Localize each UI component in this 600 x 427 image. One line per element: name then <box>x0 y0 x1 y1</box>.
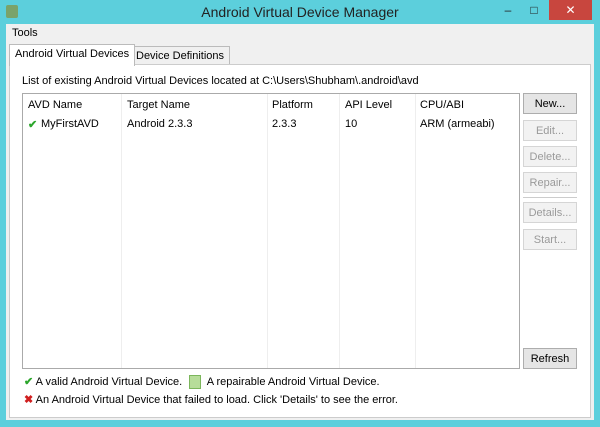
repair-button[interactable]: Repair... <box>523 172 577 193</box>
legend-failed-text: An Android Virtual Device that failed to… <box>35 394 398 406</box>
failed-x-icon: ✖ <box>24 394 34 406</box>
new-button[interactable]: New... <box>523 93 577 114</box>
edit-button[interactable]: Edit... <box>523 120 577 141</box>
cpu-abi: ARM (armeabi) <box>420 118 495 130</box>
legend-failed: ✖ An Android Virtual Device that failed … <box>24 393 398 406</box>
legend-valid-text: A valid Android Virtual Device. <box>35 376 183 388</box>
target-name: Android 2.3.3 <box>127 118 193 130</box>
valid-check-icon: ✔ <box>28 119 38 131</box>
delete-button[interactable]: Delete... <box>523 146 577 167</box>
list-label: List of existing Android Virtual Devices… <box>22 75 419 87</box>
maximize-button[interactable]: □ <box>521 0 547 20</box>
header-avd-name[interactable]: AVD Name <box>28 99 82 111</box>
button-separator <box>523 197 577 198</box>
close-button[interactable]: ✕ <box>549 0 592 20</box>
avd-manager-window: Android Virtual Device Manager – □ ✕ Too… <box>0 0 600 427</box>
valid-check-icon: ✔ <box>24 376 34 388</box>
window-body: Tools Android Virtual Devices Device Def… <box>6 24 594 420</box>
platform: 2.3.3 <box>272 118 297 130</box>
legend-valid-repairable: ✔ A valid Android Virtual Device. A repa… <box>24 375 380 390</box>
legend-repairable-text: A repairable Android Virtual Device. <box>206 376 380 388</box>
tab-device-definitions[interactable]: Device Definitions <box>130 46 231 66</box>
avd-panel: List of existing Android Virtual Devices… <box>9 64 591 418</box>
menu-tools[interactable]: Tools <box>12 27 38 39</box>
header-target-name[interactable]: Target Name <box>127 99 190 111</box>
refresh-button[interactable]: Refresh <box>523 348 577 369</box>
header-cpu-abi[interactable]: CPU/ABI <box>420 99 464 111</box>
api-level: 10 <box>345 118 358 130</box>
tab-android-virtual-devices[interactable]: Android Virtual Devices <box>9 44 136 66</box>
start-button[interactable]: Start... <box>523 229 577 250</box>
repairable-icon <box>189 375 202 390</box>
avd-name: MyFirstAVD <box>41 118 99 130</box>
minimize-button[interactable]: – <box>496 0 520 20</box>
avd-table[interactable]: AVD Name Target Name Platform API Level … <box>22 93 520 369</box>
header-api-level[interactable]: API Level <box>345 99 392 111</box>
header-platform[interactable]: Platform <box>272 99 313 111</box>
details-button[interactable]: Details... <box>523 202 577 223</box>
